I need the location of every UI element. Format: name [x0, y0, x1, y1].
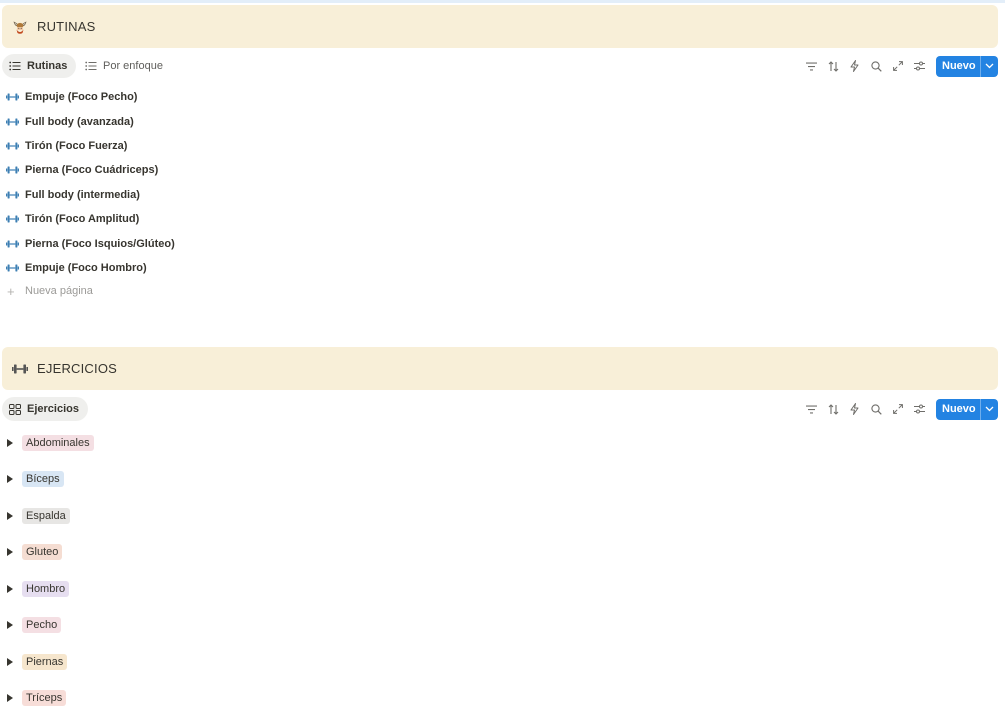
sort-icon[interactable] [823, 54, 845, 78]
tab-label: Ejercicios [27, 403, 79, 415]
lightning-icon[interactable] [844, 397, 866, 421]
list-item[interactable]: Pierna (Foco Isquios/Glúteo) [0, 231, 600, 255]
dumbbell-icon [12, 361, 28, 377]
list-item[interactable]: Tirón (Foco Amplitud) [0, 207, 600, 231]
section-title: RUTINAS [37, 19, 96, 34]
group-toggle[interactable]: Tríceps [0, 688, 67, 706]
tab-rutinas[interactable]: Rutinas [2, 54, 77, 78]
list-item[interactable]: Full body (intermedia) [0, 183, 600, 207]
search-icon[interactable] [866, 397, 888, 421]
top-border [0, 0, 1005, 3]
dumbbell-icon [6, 214, 19, 224]
group-tag: Espalda [22, 508, 70, 524]
group-tag: Piernas [22, 654, 68, 670]
rutinas-toolbar: Nuevo [801, 54, 998, 78]
triangle-right-icon[interactable] [7, 585, 13, 593]
filter-icon[interactable] [801, 397, 823, 421]
group-toggle[interactable]: Bíceps [0, 469, 64, 489]
ejercicios-view-bar: Ejercicios Nuevo [0, 397, 1005, 421]
new-button-label: Nuevo [942, 60, 976, 72]
tab-por-enfoque[interactable]: Por enfoque [78, 54, 172, 78]
list-item[interactable]: Pierna (Foco Cuádriceps) [0, 158, 600, 182]
new-page-button[interactable]: + Nueva página [0, 280, 600, 302]
triangle-right-icon[interactable] [7, 694, 13, 702]
section-title: EJERCICIOS [37, 361, 118, 376]
new-button-label: Nuevo [942, 403, 976, 415]
group-tag: Abdominales [22, 435, 94, 451]
list-item[interactable]: Empuje (Foco Pecho) [0, 85, 600, 109]
dumbbell-icon [6, 190, 19, 200]
expand-icon[interactable] [887, 54, 909, 78]
dumbbell-icon [6, 117, 19, 127]
expand-icon[interactable] [887, 397, 909, 421]
list-item[interactable]: Full body (avanzada) [0, 109, 600, 133]
rutinas-header[interactable]: RUTINAS [2, 5, 998, 48]
plus-icon: + [7, 283, 15, 299]
tab-ejercicios[interactable]: Ejercicios [2, 397, 88, 421]
dumbbell-icon [6, 239, 19, 249]
triangle-right-icon[interactable] [7, 621, 13, 629]
page-title: Tirón (Foco Amplitud) [25, 213, 140, 226]
dumbbell-icon [6, 92, 19, 102]
triangle-right-icon[interactable] [7, 658, 13, 666]
triangle-right-icon[interactable] [7, 439, 13, 447]
board-icon [9, 403, 21, 415]
page-title: Pierna (Foco Cuádriceps) [25, 164, 159, 177]
group-tag: Pecho [22, 617, 62, 633]
dumbbell-icon [6, 263, 19, 273]
page-title: Empuje (Foco Pecho) [25, 91, 138, 104]
group-tag: Bíceps [22, 471, 64, 487]
settings-sliders-icon[interactable] [909, 54, 931, 78]
group-tag: Gluteo [22, 544, 63, 560]
group-tag: Tríceps [22, 690, 67, 706]
page-title: Full body (intermedia) [25, 188, 140, 201]
page-title: Tirón (Foco Fuerza) [25, 139, 128, 152]
dumbbell-icon [6, 141, 19, 151]
new-button[interactable]: Nuevo [936, 398, 998, 420]
dumbbell-icon [6, 165, 19, 175]
chevron-down-icon[interactable] [981, 406, 998, 412]
page-title: Empuje (Foco Hombro) [25, 261, 147, 274]
triangle-right-icon[interactable] [7, 512, 13, 520]
list-icon [85, 60, 97, 72]
search-icon[interactable] [866, 54, 888, 78]
chevron-down-icon[interactable] [981, 63, 998, 69]
ejercicios-header[interactable]: EJERCICIOS [2, 347, 998, 390]
group-toggle[interactable]: Espalda [0, 506, 70, 526]
new-page-label: Nueva página [25, 285, 93, 298]
list-icon [9, 60, 21, 72]
group-toggle[interactable]: Gluteo [0, 542, 63, 562]
new-button[interactable]: Nuevo [936, 55, 998, 77]
group-toggle[interactable]: Abdominales [0, 433, 94, 453]
group-toggle[interactable]: Piernas [0, 652, 68, 672]
rutinas-view-bar: Rutinas Por enfoque Nuevo [0, 54, 1005, 78]
list-item[interactable]: Empuje (Foco Hombro) [0, 256, 600, 280]
viking-icon [12, 19, 28, 35]
ejercicios-toolbar: Nuevo [801, 397, 998, 421]
group-toggle[interactable]: Pecho [0, 615, 62, 635]
triangle-right-icon[interactable] [7, 475, 13, 483]
list-item[interactable]: Tirón (Foco Fuerza) [0, 134, 600, 158]
settings-sliders-icon[interactable] [909, 397, 931, 421]
triangle-right-icon[interactable] [7, 548, 13, 556]
filter-icon[interactable] [801, 54, 823, 78]
tab-label: Rutinas [27, 60, 68, 72]
group-toggle[interactable]: Hombro [0, 579, 70, 599]
sort-icon[interactable] [823, 397, 845, 421]
page-title: Pierna (Foco Isquios/Glúteo) [25, 237, 175, 250]
lightning-icon[interactable] [844, 54, 866, 78]
page-title: Full body (avanzada) [25, 115, 134, 128]
group-tag: Hombro [22, 581, 70, 597]
rutinas-list: Empuje (Foco Pecho) Full body (avanzada)… [0, 85, 600, 302]
tab-label: Por enfoque [103, 60, 163, 72]
